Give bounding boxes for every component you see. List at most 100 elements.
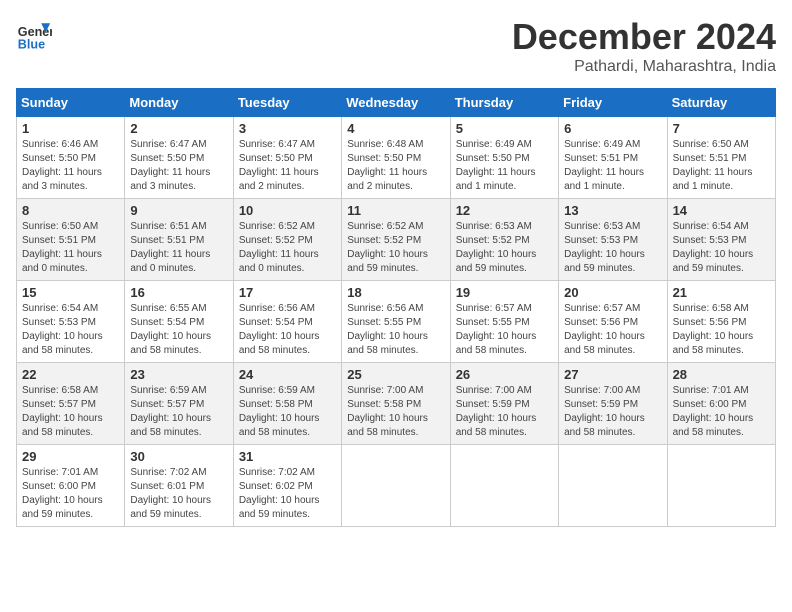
col-header-saturday: Saturday — [667, 89, 775, 117]
cell-info: Sunrise: 7:01 AMSunset: 6:00 PMDaylight:… — [673, 384, 770, 440]
day-number: 25 — [347, 367, 444, 382]
cell-info: Sunrise: 6:54 AMSunset: 5:53 PMDaylight:… — [22, 302, 119, 358]
calendar-cell: 16 Sunrise: 6:55 AMSunset: 5:54 PMDaylig… — [125, 281, 233, 363]
month-title: December 2024 — [512, 16, 776, 58]
header-row: SundayMondayTuesdayWednesdayThursdayFrid… — [17, 89, 776, 117]
day-number: 14 — [673, 203, 770, 218]
calendar-cell — [342, 445, 450, 527]
cell-info: Sunrise: 7:00 AMSunset: 5:58 PMDaylight:… — [347, 384, 444, 440]
calendar-cell: 3 Sunrise: 6:47 AMSunset: 5:50 PMDayligh… — [233, 117, 341, 199]
col-header-tuesday: Tuesday — [233, 89, 341, 117]
calendar-cell: 10 Sunrise: 6:52 AMSunset: 5:52 PMDaylig… — [233, 199, 341, 281]
day-number: 9 — [130, 203, 227, 218]
day-number: 26 — [456, 367, 553, 382]
calendar-cell: 21 Sunrise: 6:58 AMSunset: 5:56 PMDaylig… — [667, 281, 775, 363]
day-number: 12 — [456, 203, 553, 218]
cell-info: Sunrise: 6:57 AMSunset: 5:55 PMDaylight:… — [456, 302, 553, 358]
calendar-cell: 8 Sunrise: 6:50 AMSunset: 5:51 PMDayligh… — [17, 199, 125, 281]
day-number: 30 — [130, 449, 227, 464]
calendar-cell — [559, 445, 667, 527]
calendar-cell: 29 Sunrise: 7:01 AMSunset: 6:00 PMDaylig… — [17, 445, 125, 527]
calendar-cell: 9 Sunrise: 6:51 AMSunset: 5:51 PMDayligh… — [125, 199, 233, 281]
calendar-cell: 22 Sunrise: 6:58 AMSunset: 5:57 PMDaylig… — [17, 363, 125, 445]
cell-info: Sunrise: 6:55 AMSunset: 5:54 PMDaylight:… — [130, 302, 227, 358]
cell-info: Sunrise: 6:53 AMSunset: 5:53 PMDaylight:… — [564, 220, 661, 276]
calendar-cell: 19 Sunrise: 6:57 AMSunset: 5:55 PMDaylig… — [450, 281, 558, 363]
cell-info: Sunrise: 6:49 AMSunset: 5:50 PMDaylight:… — [456, 138, 553, 194]
calendar-cell: 12 Sunrise: 6:53 AMSunset: 5:52 PMDaylig… — [450, 199, 558, 281]
cell-info: Sunrise: 6:56 AMSunset: 5:55 PMDaylight:… — [347, 302, 444, 358]
calendar-cell: 14 Sunrise: 6:54 AMSunset: 5:53 PMDaylig… — [667, 199, 775, 281]
calendar-cell: 17 Sunrise: 6:56 AMSunset: 5:54 PMDaylig… — [233, 281, 341, 363]
cell-info: Sunrise: 6:52 AMSunset: 5:52 PMDaylight:… — [239, 220, 336, 276]
day-number: 17 — [239, 285, 336, 300]
calendar-cell: 11 Sunrise: 6:52 AMSunset: 5:52 PMDaylig… — [342, 199, 450, 281]
day-number: 3 — [239, 121, 336, 136]
calendar-cell: 1 Sunrise: 6:46 AMSunset: 5:50 PMDayligh… — [17, 117, 125, 199]
logo-icon: General Blue — [16, 16, 52, 52]
day-number: 5 — [456, 121, 553, 136]
cell-info: Sunrise: 6:46 AMSunset: 5:50 PMDaylight:… — [22, 138, 119, 194]
calendar-cell — [667, 445, 775, 527]
calendar-cell: 15 Sunrise: 6:54 AMSunset: 5:53 PMDaylig… — [17, 281, 125, 363]
calendar-cell: 31 Sunrise: 7:02 AMSunset: 6:02 PMDaylig… — [233, 445, 341, 527]
day-number: 8 — [22, 203, 119, 218]
week-row-3: 15 Sunrise: 6:54 AMSunset: 5:53 PMDaylig… — [17, 281, 776, 363]
calendar-cell: 6 Sunrise: 6:49 AMSunset: 5:51 PMDayligh… — [559, 117, 667, 199]
cell-info: Sunrise: 6:58 AMSunset: 5:56 PMDaylight:… — [673, 302, 770, 358]
week-row-5: 29 Sunrise: 7:01 AMSunset: 6:00 PMDaylig… — [17, 445, 776, 527]
day-number: 27 — [564, 367, 661, 382]
day-number: 28 — [673, 367, 770, 382]
day-number: 22 — [22, 367, 119, 382]
cell-info: Sunrise: 7:00 AMSunset: 5:59 PMDaylight:… — [456, 384, 553, 440]
location: Pathardi, Maharashtra, India — [512, 58, 776, 76]
cell-info: Sunrise: 6:56 AMSunset: 5:54 PMDaylight:… — [239, 302, 336, 358]
cell-info: Sunrise: 6:47 AMSunset: 5:50 PMDaylight:… — [239, 138, 336, 194]
calendar-cell: 5 Sunrise: 6:49 AMSunset: 5:50 PMDayligh… — [450, 117, 558, 199]
cell-info: Sunrise: 6:51 AMSunset: 5:51 PMDaylight:… — [130, 220, 227, 276]
calendar-cell: 2 Sunrise: 6:47 AMSunset: 5:50 PMDayligh… — [125, 117, 233, 199]
title-block: December 2024 Pathardi, Maharashtra, Ind… — [512, 16, 776, 76]
calendar-cell: 20 Sunrise: 6:57 AMSunset: 5:56 PMDaylig… — [559, 281, 667, 363]
col-header-thursday: Thursday — [450, 89, 558, 117]
day-number: 21 — [673, 285, 770, 300]
day-number: 19 — [456, 285, 553, 300]
day-number: 23 — [130, 367, 227, 382]
col-header-sunday: Sunday — [17, 89, 125, 117]
cell-info: Sunrise: 7:02 AMSunset: 6:01 PMDaylight:… — [130, 466, 227, 522]
day-number: 24 — [239, 367, 336, 382]
cell-info: Sunrise: 7:01 AMSunset: 6:00 PMDaylight:… — [22, 466, 119, 522]
calendar-cell: 26 Sunrise: 7:00 AMSunset: 5:59 PMDaylig… — [450, 363, 558, 445]
cell-info: Sunrise: 6:50 AMSunset: 5:51 PMDaylight:… — [673, 138, 770, 194]
col-header-wednesday: Wednesday — [342, 89, 450, 117]
day-number: 11 — [347, 203, 444, 218]
calendar-cell: 24 Sunrise: 6:59 AMSunset: 5:58 PMDaylig… — [233, 363, 341, 445]
svg-text:Blue: Blue — [18, 37, 45, 51]
day-number: 18 — [347, 285, 444, 300]
week-row-1: 1 Sunrise: 6:46 AMSunset: 5:50 PMDayligh… — [17, 117, 776, 199]
week-row-2: 8 Sunrise: 6:50 AMSunset: 5:51 PMDayligh… — [17, 199, 776, 281]
calendar-cell: 23 Sunrise: 6:59 AMSunset: 5:57 PMDaylig… — [125, 363, 233, 445]
col-header-monday: Monday — [125, 89, 233, 117]
cell-info: Sunrise: 6:47 AMSunset: 5:50 PMDaylight:… — [130, 138, 227, 194]
calendar-cell: 27 Sunrise: 7:00 AMSunset: 5:59 PMDaylig… — [559, 363, 667, 445]
cell-info: Sunrise: 7:00 AMSunset: 5:59 PMDaylight:… — [564, 384, 661, 440]
day-number: 15 — [22, 285, 119, 300]
day-number: 1 — [22, 121, 119, 136]
cell-info: Sunrise: 6:54 AMSunset: 5:53 PMDaylight:… — [673, 220, 770, 276]
cell-info: Sunrise: 6:53 AMSunset: 5:52 PMDaylight:… — [456, 220, 553, 276]
calendar-cell: 25 Sunrise: 7:00 AMSunset: 5:58 PMDaylig… — [342, 363, 450, 445]
day-number: 7 — [673, 121, 770, 136]
cell-info: Sunrise: 6:58 AMSunset: 5:57 PMDaylight:… — [22, 384, 119, 440]
day-number: 20 — [564, 285, 661, 300]
calendar-cell: 18 Sunrise: 6:56 AMSunset: 5:55 PMDaylig… — [342, 281, 450, 363]
calendar-table: SundayMondayTuesdayWednesdayThursdayFrid… — [16, 88, 776, 527]
day-number: 13 — [564, 203, 661, 218]
cell-info: Sunrise: 7:02 AMSunset: 6:02 PMDaylight:… — [239, 466, 336, 522]
cell-info: Sunrise: 6:48 AMSunset: 5:50 PMDaylight:… — [347, 138, 444, 194]
day-number: 6 — [564, 121, 661, 136]
cell-info: Sunrise: 6:59 AMSunset: 5:57 PMDaylight:… — [130, 384, 227, 440]
day-number: 10 — [239, 203, 336, 218]
cell-info: Sunrise: 6:49 AMSunset: 5:51 PMDaylight:… — [564, 138, 661, 194]
cell-info: Sunrise: 6:52 AMSunset: 5:52 PMDaylight:… — [347, 220, 444, 276]
